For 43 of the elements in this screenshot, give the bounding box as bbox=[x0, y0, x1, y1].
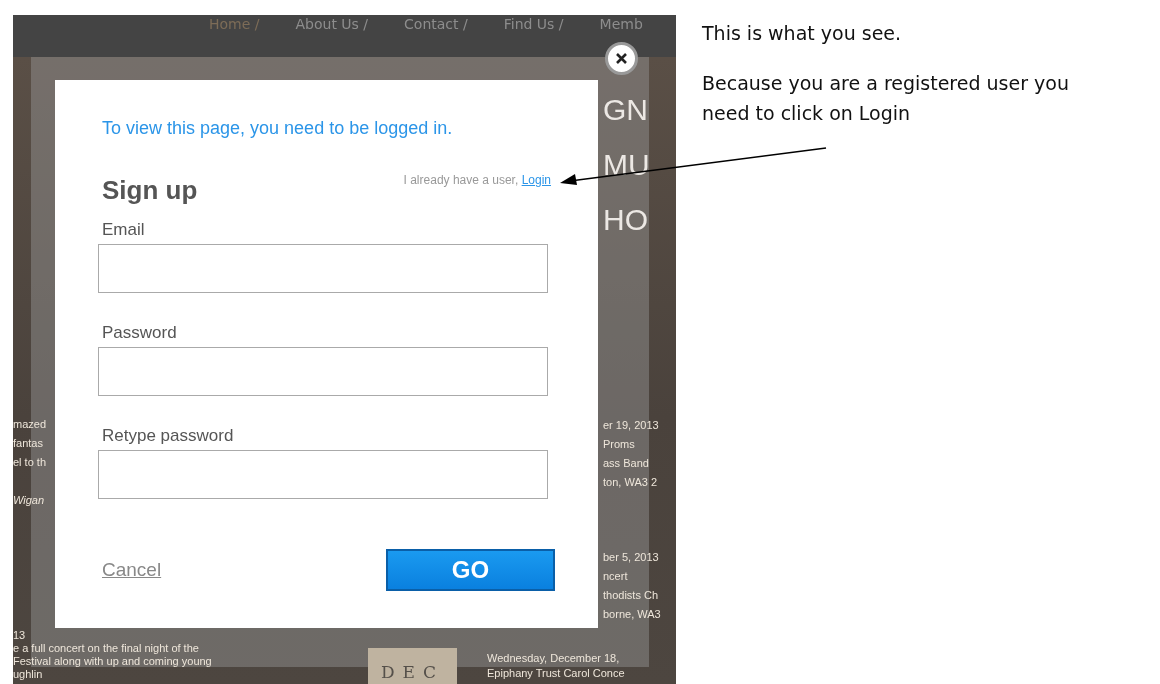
event-text: Festival along with up and coming young bbox=[13, 655, 212, 668]
event-text: ughlin bbox=[13, 668, 43, 681]
annotation-text: Because you are a registered user you need to click on Login bbox=[702, 71, 1070, 126]
nav-link[interactable]: Find Us / bbox=[503, 16, 564, 32]
event-text: ass Band bbox=[603, 457, 649, 470]
event-text: ncert bbox=[603, 570, 628, 583]
field-label: Password bbox=[102, 323, 178, 343]
login-message: To view this page, you need to be logged in. bbox=[102, 118, 454, 139]
cancel-link[interactable]: Cancel bbox=[102, 559, 162, 581]
field-label: Retype password bbox=[102, 426, 235, 446]
event-text: thodists Ch bbox=[603, 589, 659, 602]
event-text: borne, WA3 bbox=[603, 608, 661, 621]
event-text: Epiphany Trust Carol Conce bbox=[487, 667, 625, 680]
event-text: e a full concert on the final night of the bbox=[13, 642, 199, 655]
event-text: mazed bbox=[13, 418, 47, 431]
heading-text: HO bbox=[603, 203, 648, 237]
nav-link[interactable]: Home / bbox=[209, 16, 260, 32]
event-text: ber 5, 2013 bbox=[603, 551, 659, 564]
date-badge: DEC bbox=[368, 648, 457, 684]
event-text: Wigan bbox=[13, 494, 45, 507]
dialog-title: Sign up bbox=[102, 174, 198, 206]
close-icon bbox=[615, 52, 628, 65]
login-prompt: I already have a user, Login bbox=[403, 172, 551, 187]
annotation-text: This is what you see. bbox=[702, 21, 903, 46]
event-text: Wednesday, December 18, bbox=[487, 652, 620, 665]
event-text: 13 bbox=[13, 629, 26, 642]
go-button[interactable]: GO bbox=[386, 549, 555, 591]
login-link[interactable]: Login bbox=[521, 173, 551, 187]
event-text: ton, WA3 2 bbox=[603, 476, 657, 489]
input-field[interactable] bbox=[98, 244, 548, 293]
event-text: er 19, 2013 bbox=[603, 419, 659, 432]
input-field[interactable] bbox=[98, 450, 548, 499]
nav-link[interactable]: Contact / bbox=[404, 16, 468, 32]
event-text: el to th bbox=[13, 456, 47, 469]
event-text: fantas bbox=[13, 437, 43, 450]
field-label: Email bbox=[102, 220, 146, 240]
input-field[interactable] bbox=[98, 347, 548, 396]
nav-link[interactable]: Memb bbox=[599, 16, 643, 32]
event-text: Proms bbox=[603, 438, 635, 451]
close-button[interactable] bbox=[605, 42, 638, 75]
heading-text: GN bbox=[603, 93, 648, 127]
nav-link[interactable]: About Us / bbox=[295, 16, 369, 32]
heading-text: MU bbox=[603, 148, 650, 182]
